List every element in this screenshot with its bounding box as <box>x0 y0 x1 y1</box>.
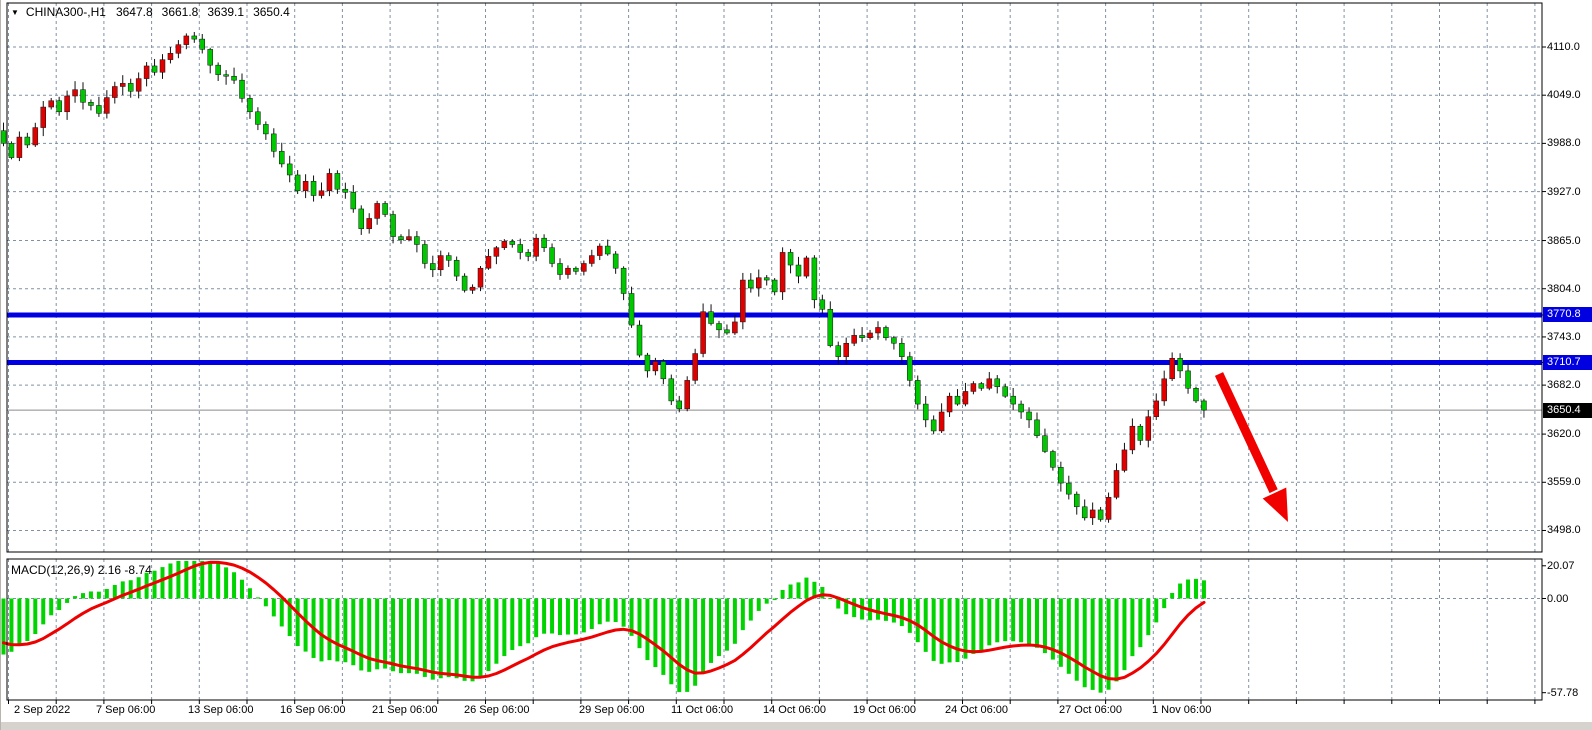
macd-tick-label[interactable]: 20.07 <box>1547 559 1592 573</box>
time-tick-label[interactable]: 16 Sep 06:00 <box>280 704 345 716</box>
price-tick-label[interactable]: 4049.0 <box>1547 88 1592 102</box>
symbol-period-label: CHINA300-,H1 <box>26 5 106 19</box>
price-tick-label[interactable]: 3743.0 <box>1547 330 1592 344</box>
price-level-lines[interactable] <box>7 315 1542 362</box>
price-level-badge: 3770.8 <box>1543 307 1592 322</box>
price-tick-label[interactable]: 3682.0 <box>1547 378 1592 392</box>
macd-main-value: 2.16 <box>98 563 121 577</box>
chart-canvas[interactable] <box>1 0 1592 730</box>
chart-header: ▼ CHINA300-,H1 3647.8 3661.8 3639.1 3650… <box>11 5 299 19</box>
macd-indicator-label: MACD(12,26,9) 2.16 -8.74 <box>11 563 152 577</box>
current-price-badge: 3650.4 <box>1543 403 1592 418</box>
macd-tick-label[interactable]: 0.00 <box>1547 592 1592 606</box>
time-tick-label[interactable]: 7 Sep 06:00 <box>96 704 155 716</box>
macd-signal-line <box>4 562 1205 679</box>
grid-layer <box>7 3 1542 700</box>
macd-name: MACD(12,26,9) <box>11 563 94 577</box>
axis-ticks <box>9 47 1547 704</box>
price-tick-label[interactable]: 3988.0 <box>1547 136 1592 150</box>
ohlc-open-value: 3647.8 <box>116 5 153 19</box>
ohlc-close-value: 3650.4 <box>253 5 290 19</box>
trend-arrow-annotation <box>1219 374 1288 522</box>
time-tick-label[interactable]: 11 Oct 06:00 <box>671 704 733 716</box>
price-tick-label[interactable]: 3865.0 <box>1547 234 1592 248</box>
price-tick-label[interactable]: 3498.0 <box>1547 523 1592 537</box>
time-tick-label[interactable]: 2 Sep 2022 <box>14 704 70 716</box>
time-tick-label[interactable]: 29 Sep 06:00 <box>579 704 644 716</box>
time-tick-label[interactable]: 13 Sep 06:00 <box>188 704 253 716</box>
time-tick-label[interactable]: 14 Oct 06:00 <box>763 704 826 716</box>
price-tick-label[interactable]: 3927.0 <box>1547 185 1592 199</box>
window-bottom-edge <box>1 722 1592 730</box>
price-level-badge: 3710.7 <box>1543 355 1592 370</box>
candlestick-series <box>1 32 1206 525</box>
time-tick-label[interactable]: 24 Oct 06:00 <box>945 704 1008 716</box>
time-tick-label[interactable]: 27 Oct 06:00 <box>1059 704 1122 716</box>
time-tick-label[interactable]: 19 Oct 06:00 <box>853 704 916 716</box>
trading-chart-window: ▼ CHINA300-,H1 3647.8 3661.8 3639.1 3650… <box>0 0 1592 730</box>
time-tick-label[interactable]: 21 Sep 06:00 <box>372 704 437 716</box>
time-tick-label[interactable]: 1 Nov 06:00 <box>1152 704 1211 716</box>
price-tick-label[interactable]: 3559.0 <box>1547 475 1592 489</box>
price-tick-label[interactable]: 3804.0 <box>1547 282 1592 296</box>
macd-signal-value: -8.74 <box>124 563 151 577</box>
time-tick-label[interactable]: 26 Sep 06:00 <box>464 704 529 716</box>
macd-histogram <box>2 561 1206 693</box>
ohlc-low-value: 3639.1 <box>207 5 244 19</box>
panel-borders <box>7 3 1542 700</box>
ohlc-high-value: 3661.8 <box>162 5 199 19</box>
macd-tick-label[interactable]: -57.78 <box>1547 686 1592 700</box>
symbol-dropdown-icon[interactable]: ▼ <box>11 8 19 17</box>
price-tick-label[interactable]: 3620.0 <box>1547 427 1592 441</box>
price-tick-label[interactable]: 4110.0 <box>1547 40 1592 54</box>
